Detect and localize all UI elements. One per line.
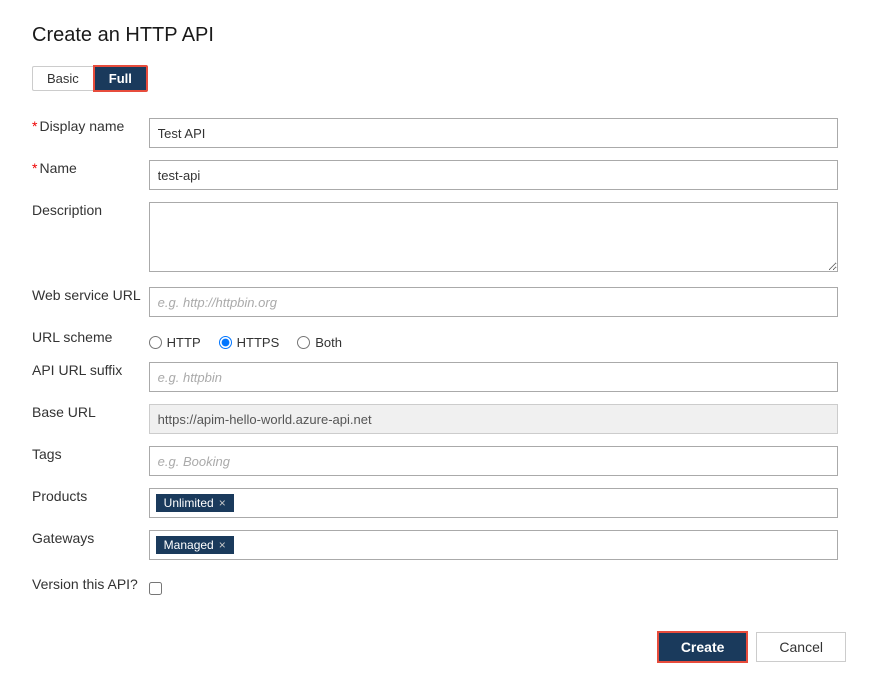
url-scheme-input-cell: HTTP HTTPS Both <box>149 323 846 356</box>
name-required-star: * <box>32 160 37 176</box>
name-label-cell: *Name <box>32 154 149 196</box>
base-url-value-cell: https://apim-hello-world.azure-api.net <box>149 398 846 440</box>
tags-label-cell: Tags <box>32 440 149 482</box>
cancel-button[interactable]: Cancel <box>756 632 846 662</box>
products-input-cell: Unlimited × <box>149 482 846 524</box>
description-input-cell <box>149 196 846 281</box>
radio-http-label[interactable]: HTTP <box>149 335 201 350</box>
radio-http-text: HTTP <box>167 335 201 350</box>
url-scheme-label-cell: URL scheme <box>32 323 149 356</box>
web-service-url-input[interactable] <box>149 287 838 317</box>
required-star: * <box>32 118 37 134</box>
api-url-suffix-label: API URL suffix <box>32 362 122 378</box>
footer-row: Create Cancel <box>32 631 846 663</box>
version-label: Version this API? <box>32 576 138 592</box>
gateways-label: Gateways <box>32 530 94 546</box>
base-url-display: https://apim-hello-world.azure-api.net <box>149 404 838 434</box>
description-textarea[interactable] <box>149 202 838 272</box>
products-row: Products Unlimited × <box>32 482 846 524</box>
basic-toggle-button[interactable]: Basic <box>32 66 93 91</box>
create-button[interactable]: Create <box>657 631 749 663</box>
products-chip-unlimited-label: Unlimited <box>164 496 214 510</box>
name-input-cell <box>149 154 846 196</box>
gateways-chip-managed[interactable]: Managed × <box>156 536 234 554</box>
base-url-text: https://apim-hello-world.azure-api.net <box>158 412 372 427</box>
radio-both[interactable] <box>297 336 310 349</box>
url-scheme-group: HTTP HTTPS Both <box>149 329 838 350</box>
version-label-cell: Version this API? <box>32 566 149 601</box>
display-name-input[interactable] <box>149 118 838 148</box>
gateways-input-cell: Managed × <box>149 524 846 566</box>
base-url-label-cell: Base URL <box>32 398 149 440</box>
gateways-row: Gateways Managed × <box>32 524 846 566</box>
name-row: *Name <box>32 154 846 196</box>
toggle-bar: Basic Full <box>32 65 846 92</box>
products-label-cell: Products <box>32 482 149 524</box>
products-label: Products <box>32 488 87 504</box>
products-chip-unlimited-remove[interactable]: × <box>219 496 226 510</box>
display-name-label-cell: *Display name <box>32 112 149 154</box>
version-checkbox[interactable] <box>149 582 162 595</box>
url-scheme-label: URL scheme <box>32 329 112 345</box>
web-service-url-row: Web service URL <box>32 281 846 323</box>
version-checkbox-cell <box>149 576 838 595</box>
version-row: Version this API? <box>32 566 846 601</box>
radio-https[interactable] <box>219 336 232 349</box>
tags-input[interactable] <box>149 446 838 476</box>
full-toggle-button[interactable]: Full <box>93 65 148 92</box>
gateways-chip-managed-label: Managed <box>164 538 214 552</box>
base-url-row: Base URL https://apim-hello-world.azure-… <box>32 398 846 440</box>
page-title: Create an HTTP API <box>32 24 846 47</box>
description-label-cell: Description <box>32 196 149 281</box>
version-input-cell <box>149 566 846 601</box>
radio-both-text: Both <box>315 335 342 350</box>
gateways-tag-container[interactable]: Managed × <box>149 530 838 560</box>
radio-http[interactable] <box>149 336 162 349</box>
form-table: *Display name *Name Description <box>32 112 846 601</box>
url-scheme-row: URL scheme HTTP HTTPS Both <box>32 323 846 356</box>
base-url-label: Base URL <box>32 404 96 420</box>
web-service-url-input-cell <box>149 281 846 323</box>
radio-https-text: HTTPS <box>237 335 280 350</box>
api-url-suffix-row: API URL suffix <box>32 356 846 398</box>
web-service-url-label-cell: Web service URL <box>32 281 149 323</box>
display-name-row: *Display name <box>32 112 846 154</box>
web-service-url-label: Web service URL <box>32 287 141 303</box>
tags-input-cell <box>149 440 846 482</box>
display-name-label: Display name <box>39 118 124 134</box>
description-label: Description <box>32 202 102 218</box>
display-name-input-cell <box>149 112 846 154</box>
name-label: Name <box>39 160 76 176</box>
name-input[interactable] <box>149 160 838 190</box>
tags-row: Tags <box>32 440 846 482</box>
api-url-suffix-label-cell: API URL suffix <box>32 356 149 398</box>
tags-label: Tags <box>32 446 62 462</box>
description-row: Description <box>32 196 846 281</box>
api-url-suffix-input-cell <box>149 356 846 398</box>
products-chip-unlimited[interactable]: Unlimited × <box>156 494 234 512</box>
api-url-suffix-input[interactable] <box>149 362 838 392</box>
radio-both-label[interactable]: Both <box>297 335 342 350</box>
gateways-label-cell: Gateways <box>32 524 149 566</box>
radio-https-label[interactable]: HTTPS <box>219 335 280 350</box>
products-tag-container[interactable]: Unlimited × <box>149 488 838 518</box>
gateways-chip-managed-remove[interactable]: × <box>219 538 226 552</box>
